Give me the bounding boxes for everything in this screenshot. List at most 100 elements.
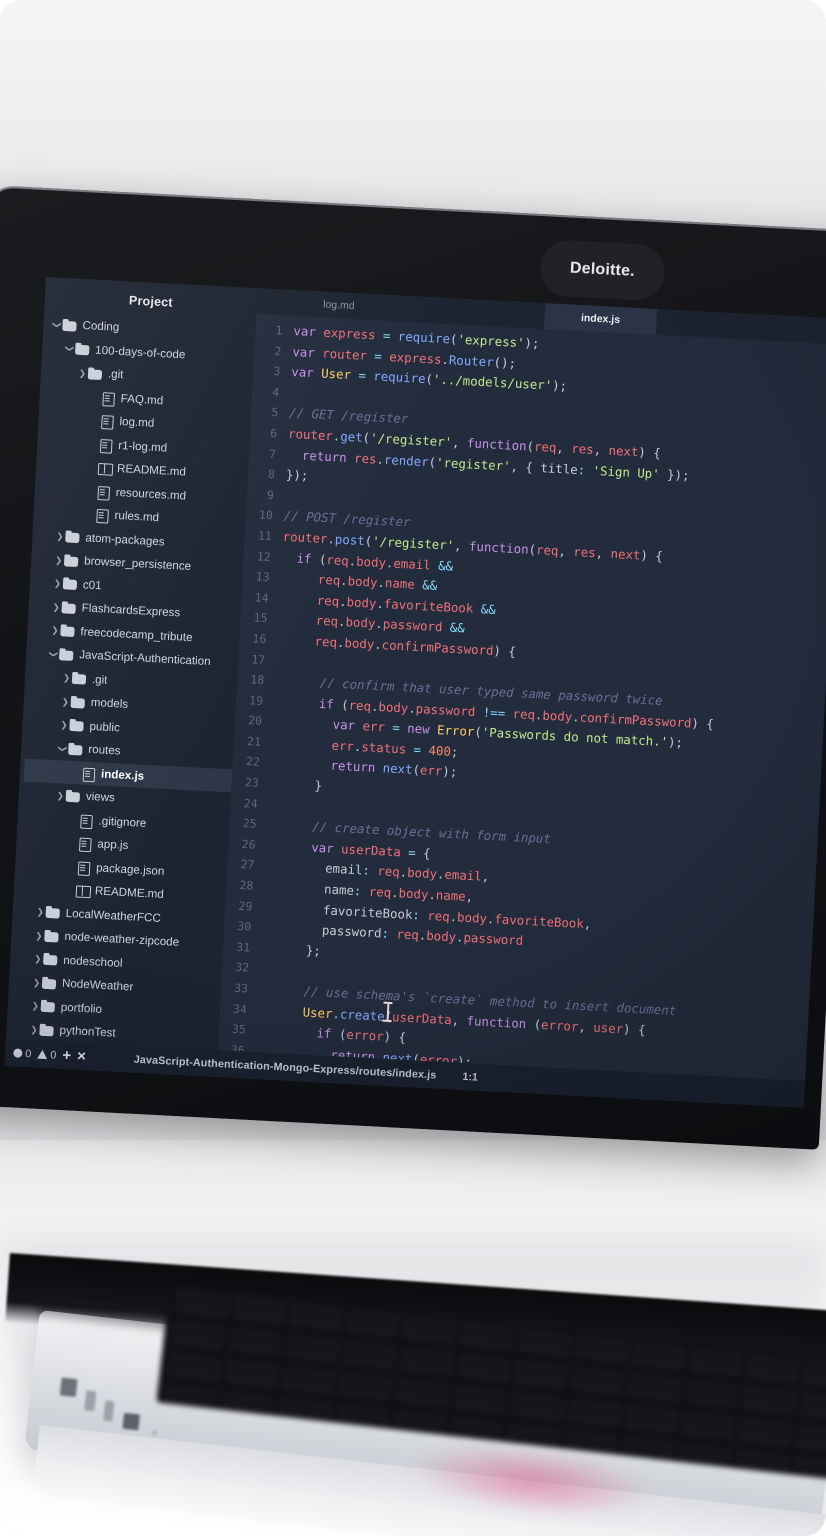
warning-icon xyxy=(37,1049,48,1060)
sidebar-item-label: node-weather-zipcode xyxy=(64,930,180,950)
chevron-right-icon[interactable]: ❯ xyxy=(32,953,43,963)
line-number: 12 xyxy=(256,548,272,564)
folder-icon xyxy=(66,789,82,803)
folder-icon xyxy=(45,906,61,920)
line-number: 26 xyxy=(241,836,256,852)
chevron-right-icon[interactable]: ❯ xyxy=(60,696,71,706)
sidebar-item-label: r1-log.md xyxy=(117,438,168,455)
sidebar-item-label: public xyxy=(89,719,121,735)
folder-icon xyxy=(41,999,57,1013)
error-indicator[interactable]: 0 xyxy=(13,1047,32,1060)
folder-icon xyxy=(68,742,84,756)
laptop: Deloitte. Project ❯ Coding ❯ 100-days-of-co… xyxy=(0,185,826,1536)
photo-scene: Deloitte. Project ❯ Coding ❯ 100-days-of-co… xyxy=(0,0,826,1536)
chevron-right-icon[interactable]: ❯ xyxy=(54,531,65,541)
close-icon[interactable]: × xyxy=(77,1048,87,1065)
sidebar-item-label: resources.md xyxy=(115,485,187,503)
chevron-right-icon[interactable]: ❯ xyxy=(28,1024,39,1034)
folder-icon xyxy=(69,719,85,733)
line-number: 35 xyxy=(231,1021,247,1037)
line-number: 23 xyxy=(244,775,260,790)
editor-body: Project ❯ Coding ❯ 100-days-of-code ❯ .git FAQ… xyxy=(6,277,826,1081)
chevron-down-icon[interactable]: ❯ xyxy=(52,319,62,330)
folder-icon xyxy=(42,976,58,990)
chevron-right-icon[interactable]: ❯ xyxy=(77,367,88,377)
cursor-position: 1:1 xyxy=(462,1070,479,1084)
line-number: 20 xyxy=(247,713,263,729)
folder-icon xyxy=(59,647,75,661)
chevron-right-icon[interactable]: ❯ xyxy=(52,578,63,588)
folder-icon xyxy=(88,367,104,381)
sidebar-item-label: JavaScript-Authentication xyxy=(78,648,211,669)
chevron-right-icon[interactable]: ❯ xyxy=(55,790,66,800)
line-number: 27 xyxy=(240,857,255,873)
project-sidebar[interactable]: Project ❯ Coding ❯ 100-days-of-code ❯ .git FAQ… xyxy=(6,277,258,1051)
error-count: 0 xyxy=(25,1047,32,1060)
line-number: 21 xyxy=(246,734,262,749)
chevron-right-icon[interactable]: ❯ xyxy=(51,601,62,611)
line-number: 18 xyxy=(249,672,265,688)
line-number: 24 xyxy=(243,795,259,811)
sidebar-item-label: package.json xyxy=(95,861,165,878)
chevron-down-icon[interactable]: ❯ xyxy=(49,648,59,659)
line-number: 16 xyxy=(252,631,267,646)
line-number: 17 xyxy=(251,651,266,667)
chevron-right-icon[interactable]: ❯ xyxy=(33,930,44,940)
sidebar-item-label: c01 xyxy=(82,578,102,593)
chevron-down-icon[interactable]: ❯ xyxy=(58,743,68,754)
tab-label: log.md xyxy=(322,298,355,313)
line-number: 34 xyxy=(232,1001,248,1017)
laptop-screen: Project ❯ Coding ❯ 100-days-of-code ❯ .git FAQ… xyxy=(4,277,826,1108)
editor-window: Project ❯ Coding ❯ 100-days-of-code ❯ .git FAQ… xyxy=(4,277,826,1108)
chevron-right-icon[interactable]: ❯ xyxy=(58,719,69,729)
readme-icon xyxy=(75,884,91,898)
sidebar-item-label: Coding xyxy=(82,319,120,335)
sidebar-item-label: rules.md xyxy=(114,509,160,525)
sidebar-item-label: README.md xyxy=(116,462,187,479)
folder-icon xyxy=(61,601,77,615)
add-icon[interactable]: + xyxy=(62,1047,72,1064)
sidebar-item-label: atom-packages xyxy=(85,531,165,549)
sidebar-item-label: app.js xyxy=(97,837,129,853)
line-number: 10 xyxy=(258,507,274,523)
line-number: 25 xyxy=(242,816,258,832)
editor-main: log.md index.js 1 2 3 4 5 6 7 8 9 10 11 12 13 14 15 16 17… xyxy=(217,288,826,1081)
sidebar-item-label: views xyxy=(85,790,116,805)
sidebar-item-label: .gitignore xyxy=(98,814,147,830)
warning-count: 0 xyxy=(50,1048,57,1062)
line-number: 7 xyxy=(268,446,277,461)
sidebar-item-label: .git xyxy=(107,367,124,382)
folder-icon xyxy=(60,624,76,638)
folder-icon xyxy=(64,554,80,568)
line-number: 28 xyxy=(239,878,254,893)
sidebar-item-label: routes xyxy=(87,743,121,758)
file-icon xyxy=(96,485,112,499)
chevron-right-icon[interactable]: ❯ xyxy=(31,977,42,987)
line-number: 19 xyxy=(248,692,264,708)
file-icon xyxy=(99,414,115,428)
bezel-logo-text: Deloitte. xyxy=(569,259,636,280)
tab-label: index.js xyxy=(580,312,621,327)
line-number: 14 xyxy=(254,590,269,605)
line-number: 6 xyxy=(269,425,278,441)
folder-icon xyxy=(62,318,78,332)
chevron-down-icon[interactable]: ❯ xyxy=(65,343,75,354)
code-content[interactable]: var express = require('express'); var rou… xyxy=(252,316,826,1081)
folder-icon xyxy=(65,530,81,544)
warning-indicator[interactable]: 0 xyxy=(37,1048,57,1061)
chevron-right-icon[interactable]: ❯ xyxy=(49,625,60,635)
sidebar-item-label: FAQ.md xyxy=(120,391,164,408)
folder-icon xyxy=(75,342,91,356)
code-area[interactable]: 1 2 3 4 5 6 7 8 9 10 11 12 13 14 15 16 17 18 19 20 21 22 23 24 2… xyxy=(217,314,826,1081)
chevron-right-icon[interactable]: ❯ xyxy=(30,1000,41,1010)
chevron-right-icon[interactable]: ❯ xyxy=(35,906,46,916)
line-number: 29 xyxy=(238,898,253,914)
chevron-right-icon[interactable]: ❯ xyxy=(61,672,72,682)
file-icon xyxy=(76,860,92,874)
sidebar-item-label: models xyxy=(90,696,129,712)
sidebar-item-label: .git xyxy=(91,672,108,687)
chevron-right-icon[interactable]: ❯ xyxy=(53,554,64,564)
sidebar-item-label: LocalWeatherFCC xyxy=(65,906,162,925)
line-number: 31 xyxy=(235,939,251,955)
project-tree[interactable]: ❯ Coding ❯ 100-days-of-code ❯ .git FAQ.md log.m… xyxy=(6,312,256,1050)
